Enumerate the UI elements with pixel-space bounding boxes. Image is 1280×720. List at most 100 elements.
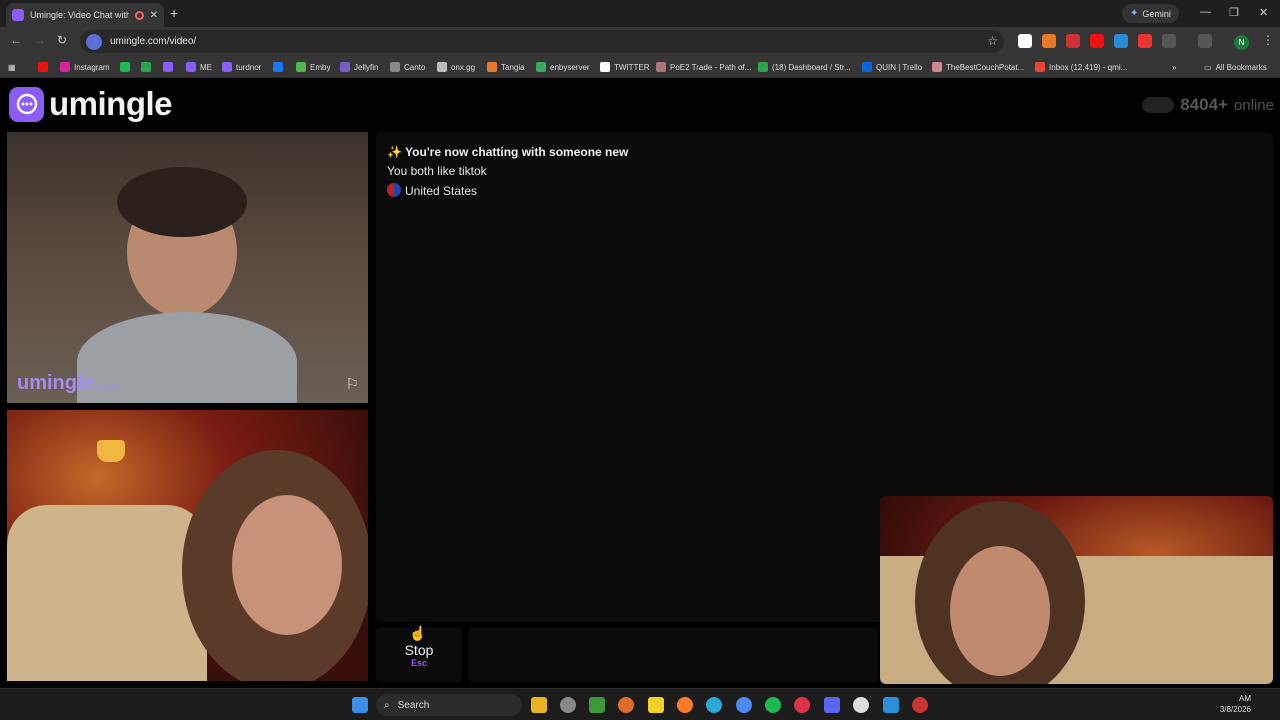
- sticky-notes-icon[interactable]: [648, 697, 664, 713]
- bookmark-item[interactable]: PoE2 Trade - Path of...: [656, 60, 751, 74]
- bookmark-item[interactable]: enbyserver: [536, 60, 590, 74]
- country-label: United States: [405, 184, 478, 198]
- bookmark-item[interactable]: Emby: [296, 60, 330, 74]
- chat-status-new-partner: ✨ You're now chatting with someone new: [387, 145, 629, 159]
- bookmark-label: TWITTER: [614, 62, 650, 72]
- extension-translate-icon[interactable]: [1114, 34, 1128, 48]
- bookmark-item[interactable]: Instagram: [60, 60, 110, 74]
- all-bookmarks-label: All Bookmarks: [1215, 62, 1267, 72]
- side-panel-icon[interactable]: [1198, 34, 1212, 48]
- clock-date: 3/8/2026: [1219, 705, 1251, 714]
- app-icon-4[interactable]: [794, 697, 810, 713]
- folder-icon: ▭: [1204, 62, 1212, 72]
- extension-fox-icon[interactable]: [1042, 34, 1056, 48]
- bookmark-favicon-icon: [1035, 62, 1045, 72]
- bookmark-star-icon[interactable]: ☆: [987, 34, 998, 48]
- bookmark-label: enbyserver: [550, 62, 590, 72]
- minimize-icon[interactable]: —: [1200, 6, 1211, 18]
- bookmark-item[interactable]: [141, 60, 151, 74]
- bookmark-favicon-icon: [932, 62, 942, 72]
- edge-icon[interactable]: [706, 697, 722, 713]
- app-icon-2[interactable]: [589, 697, 605, 713]
- bookmark-label: Instagram: [74, 62, 110, 72]
- app-icon-3[interactable]: [618, 697, 634, 713]
- all-bookmarks[interactable]: ▭ All Bookmarks: [1204, 60, 1267, 74]
- bookmark-item[interactable]: Tangia: [487, 60, 525, 74]
- taskbar-search[interactable]: ⌕ Search: [376, 694, 522, 716]
- app-icon-5[interactable]: [912, 697, 928, 713]
- notepad-icon[interactable]: [883, 697, 899, 713]
- bookmarks-bar: ▦ Instagram ME turdnor Emby Jellyfin Canto onx…: [0, 56, 1280, 78]
- remote-hair: [117, 167, 247, 237]
- bookmark-item[interactable]: (18) Dashboard / Str...: [758, 60, 851, 74]
- spotify-icon[interactable]: [765, 697, 781, 713]
- back-icon[interactable]: ←: [10, 33, 22, 47]
- system-clock[interactable]: AM 3/8/2026: [1220, 693, 1251, 715]
- new-tab-button[interactable]: +: [170, 5, 178, 21]
- restore-icon[interactable]: ❐: [1229, 6, 1239, 19]
- umingle-logo[interactable]: umingle: [9, 85, 173, 123]
- start-icon[interactable]: [352, 697, 368, 713]
- bookmark-item[interactable]: [273, 60, 283, 74]
- extension-youtube-icon[interactable]: [1090, 34, 1104, 48]
- address-bar[interactable]: umingle.com/video/ ☆: [80, 30, 1004, 53]
- discord-icon[interactable]: [824, 697, 840, 713]
- bookmark-item[interactable]: ME: [186, 60, 212, 74]
- window-close-icon[interactable]: ✕: [1259, 6, 1268, 19]
- bookmark-item[interactable]: Inbox (12,419) - qmi...: [1035, 60, 1127, 74]
- bookmark-item[interactable]: [38, 60, 48, 74]
- umingle-favicon-icon: [12, 9, 24, 21]
- bookmark-item[interactable]: onx.gg: [437, 60, 475, 74]
- reload-icon[interactable]: ↻: [57, 33, 67, 47]
- bookmark-label: Emby: [310, 62, 331, 72]
- report-flag-icon[interactable]: ⚐: [346, 375, 359, 393]
- browser-toolbar: ← → ↻ umingle.com/video/ ☆ ⋮: [0, 27, 1280, 56]
- watermark-text: umingle: [17, 372, 94, 394]
- gemini-button[interactable]: ✦ Gemini: [1122, 4, 1179, 23]
- tab-close-icon[interactable]: ✕: [150, 10, 158, 21]
- browser-tab[interactable]: Umingle: Video Chat with S ✕: [6, 3, 164, 27]
- tab-title: Umingle: Video Chat with S: [30, 10, 129, 20]
- bookmark-favicon-icon: [656, 62, 666, 72]
- site-info-icon[interactable]: [86, 33, 102, 50]
- bookmark-favicon-icon: [296, 62, 306, 72]
- recording-icon: [134, 10, 144, 20]
- theme-toggle[interactable]: [1142, 97, 1175, 113]
- gemini-label: Gemini: [1142, 8, 1171, 19]
- bookmark-item[interactable]: [163, 60, 173, 74]
- bookmark-label: PoE2 Trade - Path of...: [670, 62, 752, 72]
- online-label: online: [1233, 96, 1274, 114]
- bookmark-label: Jellyfin: [354, 62, 379, 72]
- bookmark-item[interactable]: QUIN | Trello: [862, 60, 922, 74]
- more-bookmarks-icon[interactable]: »: [1172, 60, 1176, 74]
- bookmark-item[interactable]: turdnor: [222, 60, 261, 74]
- bookmark-item[interactable]: Canto: [390, 60, 425, 74]
- pip-person-face: [950, 546, 1050, 676]
- bookmark-label: ME: [200, 62, 212, 72]
- bookmark-item[interactable]: [120, 60, 130, 74]
- bookmark-item[interactable]: TWITTER: [600, 60, 650, 74]
- watermark-domain: .com: [93, 380, 118, 392]
- message-input[interactable]: [468, 627, 878, 682]
- firefox-icon[interactable]: [677, 697, 693, 713]
- bookmark-favicon-icon: [60, 62, 70, 72]
- app-icon-1[interactable]: [560, 697, 576, 713]
- extensions-puzzle-icon[interactable]: [1162, 34, 1176, 48]
- stop-label: Stop: [404, 641, 434, 658]
- settings-gear-icon[interactable]: [853, 697, 869, 713]
- bookmark-favicon-icon: [186, 62, 196, 72]
- extension-record-icon[interactable]: [1066, 34, 1080, 48]
- bookmark-favicon-icon: [390, 62, 400, 72]
- bookmark-item[interactable]: TheBestCouchPotat...: [932, 60, 1024, 74]
- self-preview-video: [880, 496, 1273, 684]
- menu-kebab-icon[interactable]: ⋮: [1262, 33, 1274, 47]
- chrome-icon[interactable]: [736, 697, 752, 713]
- file-explorer-icon[interactable]: [531, 697, 547, 713]
- forward-icon[interactable]: →: [34, 33, 46, 47]
- extension-tp-icon[interactable]: [1138, 34, 1152, 48]
- bookmark-favicon-icon: [437, 62, 447, 72]
- apps-grid-icon[interactable]: ▦: [8, 60, 16, 74]
- bookmark-item[interactable]: Jellyfin: [340, 60, 378, 74]
- profile-avatar[interactable]: N: [1234, 35, 1249, 50]
- extension-k-icon[interactable]: [1018, 34, 1032, 48]
